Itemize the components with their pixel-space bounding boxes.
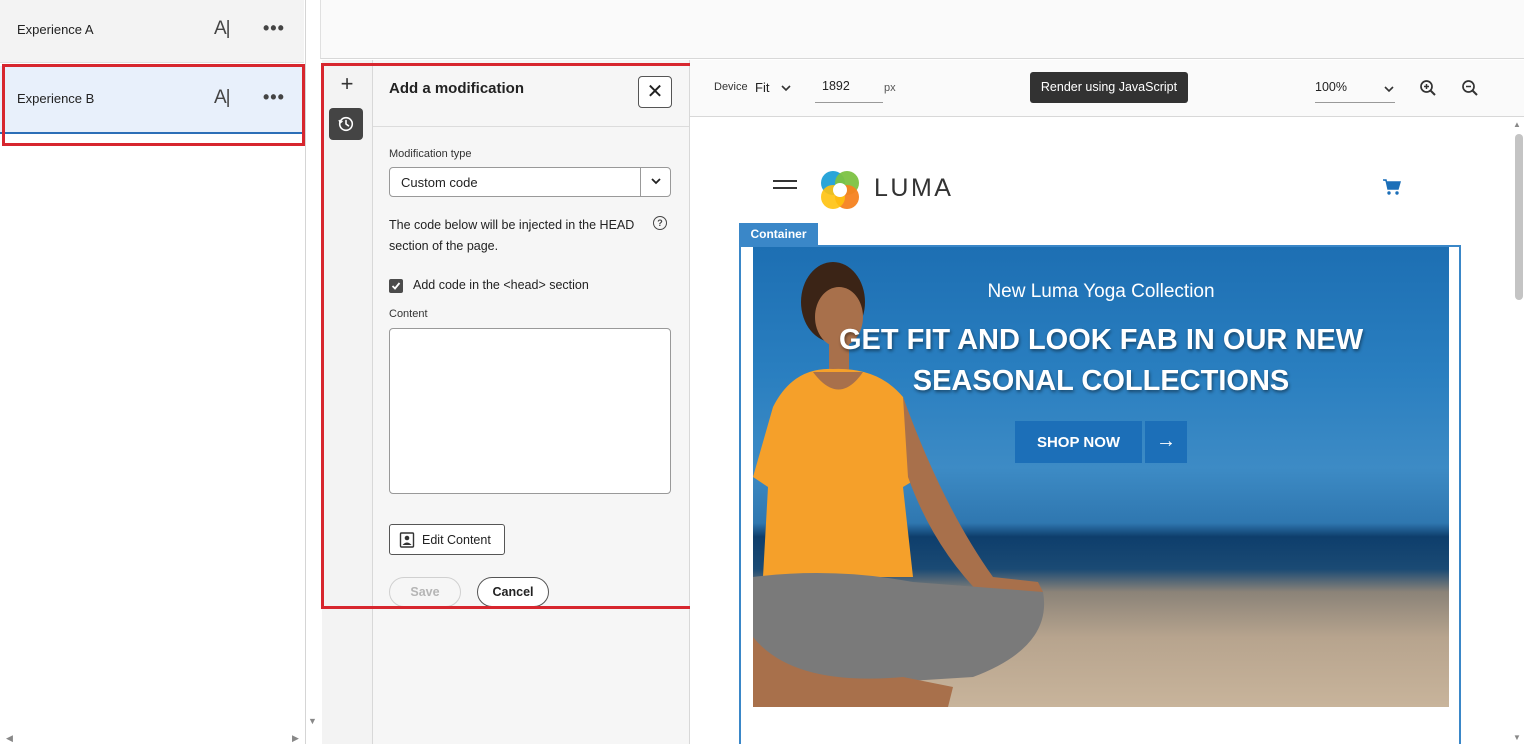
scrollbar-thumb[interactable] (1515, 134, 1523, 300)
banner-headline-text: GET FIT AND LOOK FAB IN OUR NEW SEASONAL… (838, 324, 1364, 397)
zoom-in-icon[interactable] (1419, 79, 1437, 97)
experience-b-highlight (2, 64, 305, 146)
width-input-underline (815, 102, 883, 103)
scroll-down-arrow[interactable]: ▼ (308, 716, 317, 726)
cart-icon[interactable] (1382, 178, 1402, 196)
scroll-left-arrow[interactable]: ◀ (6, 733, 13, 744)
render-javascript-button[interactable]: Render using JavaScript (1030, 72, 1188, 103)
shop-now-button[interactable]: SHOP NOW (1015, 421, 1142, 463)
experience-a-label: Experience A (17, 22, 94, 37)
zoom-underline (1315, 102, 1395, 103)
hero-banner[interactable] (753, 247, 1449, 707)
shop-now-arrow-button[interactable]: → (1145, 421, 1187, 463)
scroll-up-arrow[interactable]: ▲ (1513, 120, 1521, 129)
render-label: Render using JavaScript (1040, 80, 1178, 94)
device-label: Device (714, 81, 748, 93)
container-tag[interactable]: Container (739, 223, 818, 245)
width-input[interactable]: 1892 (822, 79, 850, 93)
zoom-out-icon[interactable] (1461, 79, 1479, 97)
brand-name: LUMA (874, 174, 954, 202)
container-tag-label: Container (750, 227, 807, 241)
ai-rename-icon[interactable]: A| (214, 18, 231, 40)
yoga-woman-image (753, 262, 1045, 707)
top-toolbar (320, 0, 1524, 59)
more-icon[interactable]: ••• (263, 18, 285, 39)
scroll-right-arrow[interactable]: ▶ (292, 733, 299, 744)
zoom-select[interactable]: 100% (1315, 80, 1347, 94)
arrow-right-icon: → (1156, 430, 1176, 452)
chevron-down-icon[interactable] (1383, 83, 1395, 95)
chevron-down-icon[interactable] (780, 82, 792, 94)
banner-subtitle: New Luma Yoga Collection (987, 281, 1215, 302)
device-select[interactable]: Fit (755, 80, 769, 95)
width-unit: px (884, 82, 896, 94)
experience-a-row[interactable]: Experience A A| ••• (0, 0, 304, 63)
hamburger-icon[interactable] (773, 180, 797, 194)
banner-headline: GET FIT AND LOOK FAB IN OUR NEW SEASONAL… (753, 320, 1449, 402)
shop-now-label: SHOP NOW (1036, 434, 1121, 451)
modification-highlight (321, 63, 693, 609)
luma-logo (821, 171, 859, 209)
scroll-down-arrow[interactable]: ▼ (1513, 733, 1521, 742)
